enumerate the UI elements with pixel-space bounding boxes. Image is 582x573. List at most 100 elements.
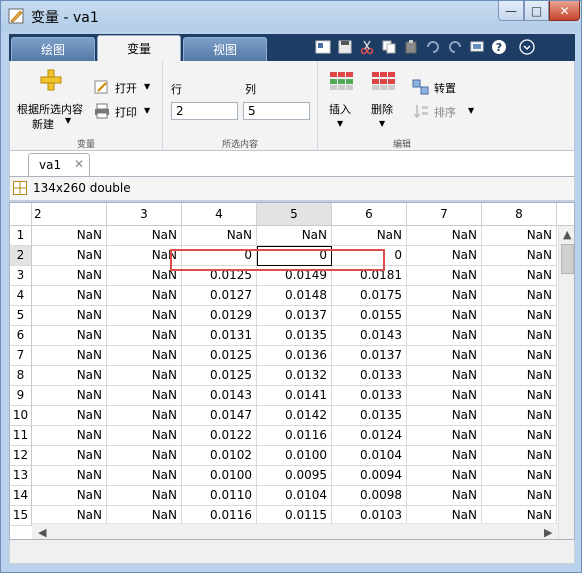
row-header[interactable]: 6	[10, 326, 32, 346]
help-icon[interactable]: ?	[489, 37, 509, 57]
grid-cell[interactable]: 0.0129	[182, 306, 257, 326]
grid-cell[interactable]: 0.0094	[332, 466, 407, 486]
grid-cell[interactable]: 0.0175	[332, 286, 407, 306]
column-header[interactable]	[557, 203, 574, 226]
column-header[interactable]: 8	[482, 203, 557, 226]
grid-cell[interactable]: 0.0135	[332, 406, 407, 426]
grid-cell[interactable]: NaN	[482, 326, 557, 346]
minimize-button[interactable]: —	[498, 1, 524, 21]
grid-cell[interactable]: NaN	[482, 446, 557, 466]
grid-cell[interactable]: NaN	[107, 326, 182, 346]
grid-cell[interactable]: NaN	[407, 326, 482, 346]
grid-cell[interactable]: NaN	[482, 306, 557, 326]
document-tab-va1[interactable]: va1 ✕	[28, 153, 90, 177]
grid-cell[interactable]: NaN	[407, 466, 482, 486]
grid-cell[interactable]: NaN	[32, 286, 107, 306]
grid-cell[interactable]: NaN	[32, 266, 107, 286]
grid-cell[interactable]: 0.0100	[257, 446, 332, 466]
close-tab-icon[interactable]: ✕	[74, 157, 84, 171]
grid-cell[interactable]: NaN	[107, 266, 182, 286]
grid-cell[interactable]: 0.0132	[257, 366, 332, 386]
new-from-selection-button[interactable]: 根据所选内容 新建 ▼	[13, 99, 93, 131]
row-header[interactable]: 11	[10, 426, 32, 446]
row-header[interactable]: 5	[10, 306, 32, 326]
grid-cell[interactable]: 0	[257, 246, 332, 266]
tab-variable[interactable]: 变量	[97, 35, 181, 61]
grid-cell[interactable]: NaN	[482, 266, 557, 286]
close-button[interactable]: ✕	[549, 1, 580, 21]
grid-cell[interactable]: 0.0100	[182, 466, 257, 486]
grid-cell[interactable]: NaN	[32, 226, 107, 246]
grid-cell[interactable]: 0.0133	[332, 386, 407, 406]
grid-cell[interactable]: NaN	[482, 386, 557, 406]
paste-icon[interactable]	[401, 37, 421, 57]
grid-cell[interactable]: 0.0095	[257, 466, 332, 486]
grid-cell[interactable]: NaN	[407, 266, 482, 286]
grid-cell[interactable]: 0.0155	[332, 306, 407, 326]
vertical-scroll-thumb[interactable]	[561, 244, 574, 274]
open-button[interactable]: 打开 ▼	[94, 79, 156, 97]
grid-cell[interactable]: 0.0143	[332, 326, 407, 346]
grid-cell[interactable]: NaN	[107, 286, 182, 306]
column-header[interactable]: 2	[32, 203, 107, 226]
grid-cell[interactable]: NaN	[32, 466, 107, 486]
grid-cell[interactable]: NaN	[482, 466, 557, 486]
variable-grid[interactable]: 2 3 4 5 6 7 8 1 NaN NaN NaN NaN NaN NaN NaN 2 NaN NaN 0 0 0 N…	[9, 202, 575, 540]
maximize-button[interactable]: □	[524, 1, 549, 21]
grid-cell[interactable]: 0	[332, 246, 407, 266]
switch-windows-icon[interactable]	[467, 37, 487, 57]
grid-cell[interactable]: NaN	[407, 366, 482, 386]
grid-cell[interactable]: NaN	[407, 246, 482, 266]
delete-button[interactable]: 删除 ▼	[368, 67, 408, 129]
row-header[interactable]: 1	[10, 226, 32, 246]
scroll-up-icon[interactable]: ▲	[563, 228, 571, 241]
grid-cell[interactable]: NaN	[482, 346, 557, 366]
scroll-right-icon[interactable]: ▶	[544, 526, 552, 539]
ribbon-options-icon[interactable]	[517, 37, 537, 57]
grid-cell[interactable]: 0.0125	[182, 366, 257, 386]
row-header[interactable]: 12	[10, 446, 32, 466]
grid-cell[interactable]: 0.0141	[257, 386, 332, 406]
tab-view[interactable]: 视图	[183, 37, 267, 61]
grid-cell[interactable]: NaN	[32, 366, 107, 386]
grid-cell[interactable]: 0.0116	[257, 426, 332, 446]
grid-cell[interactable]: NaN	[407, 226, 482, 246]
grid-cell[interactable]: 0.0104	[332, 446, 407, 466]
grid-cell[interactable]: 0.0181	[332, 266, 407, 286]
grid-cell[interactable]: NaN	[32, 406, 107, 426]
grid-cell[interactable]: 0.0104	[257, 486, 332, 506]
row-header[interactable]: 3	[10, 266, 32, 286]
horizontal-scrollbar[interactable]: ◀ ▶	[32, 523, 558, 539]
grid-cell[interactable]: NaN	[407, 286, 482, 306]
grid-cell[interactable]: 0.0122	[182, 426, 257, 446]
grid-cell[interactable]: NaN	[407, 306, 482, 326]
row-header[interactable]: 9	[10, 386, 32, 406]
column-header[interactable]: 6	[332, 203, 407, 226]
grid-cell[interactable]: 0.0149	[257, 266, 332, 286]
grid-cell[interactable]: NaN	[32, 326, 107, 346]
grid-cell[interactable]: NaN	[32, 306, 107, 326]
transpose-button[interactable]: 转置	[412, 79, 472, 97]
grid-cell[interactable]: NaN	[32, 386, 107, 406]
grid-cell[interactable]: 0.0142	[257, 406, 332, 426]
row-header[interactable]: 15	[10, 506, 32, 526]
grid-cell[interactable]: NaN	[482, 406, 557, 426]
grid-cell[interactable]: NaN	[482, 426, 557, 446]
grid-cell[interactable]: NaN	[182, 226, 257, 246]
grid-cell[interactable]: NaN	[107, 246, 182, 266]
grid-cell[interactable]: 0.0148	[257, 286, 332, 306]
column-header[interactable]: 7	[407, 203, 482, 226]
row-header[interactable]: 13	[10, 466, 32, 486]
grid-cell[interactable]: 0.0135	[257, 326, 332, 346]
grid-cell[interactable]: 0.0125	[182, 266, 257, 286]
grid-cell[interactable]: NaN	[107, 366, 182, 386]
column-field[interactable]	[243, 102, 310, 120]
grid-cell[interactable]: NaN	[482, 486, 557, 506]
grid-cell[interactable]: NaN	[32, 486, 107, 506]
redo-icon[interactable]	[445, 37, 465, 57]
grid-cell[interactable]: NaN	[107, 346, 182, 366]
grid-cell[interactable]: NaN	[407, 406, 482, 426]
grid-cell[interactable]: NaN	[482, 246, 557, 266]
grid-cell[interactable]: NaN	[407, 486, 482, 506]
layout-icon[interactable]	[313, 37, 333, 57]
